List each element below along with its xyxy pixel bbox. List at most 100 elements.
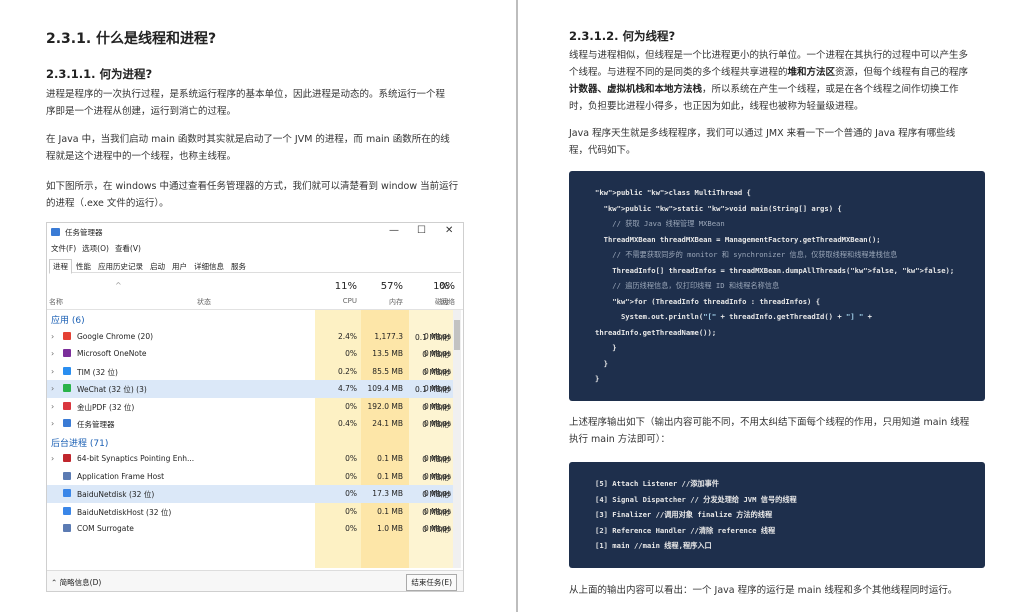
- code-line: [2] Reference Handler //清除 reference 线程: [595, 525, 776, 535]
- subsection-heading-process: 2.3.1.1. 何为进程?: [46, 67, 153, 81]
- end-task-button[interactable]: 结束任务(E): [406, 574, 457, 591]
- group-label: 后台进程 (71): [51, 438, 109, 449]
- process-row[interactable]: › 任务管理器 0.4% 24.1 MB 0 MB/秒 0 Mbps: [47, 415, 453, 433]
- process-row[interactable]: › 64-bit Synaptics Pointing Enh... 0% 0.1 M…: [47, 450, 453, 468]
- process-icon: [63, 524, 71, 532]
- col-name[interactable]: 名称: [49, 297, 63, 307]
- process-name: COM Surrogate: [77, 524, 134, 533]
- expand-chevron-icon[interactable]: ›: [51, 402, 54, 411]
- process-paragraph: 进程是程序的一次执行过程，是系统运行程序的基本单位，因此进程是动态的。系统运行一…: [46, 86, 445, 120]
- menu-file[interactable]: 文件(F): [51, 244, 76, 253]
- process-net-value: 0 Mbps: [423, 401, 451, 411]
- text-line: 进程是程序的一次执行过程，是系统运行程序的基本单位，因此进程是动态的。系统运行一…: [46, 89, 446, 100]
- code-block-multithread: "kw">public "kw">class MultiThread { "kw…: [569, 171, 985, 401]
- process-net-value: 0 Mbps: [423, 489, 451, 498]
- menu-options[interactable]: 选项(O): [82, 244, 109, 253]
- code-block-output: [5] Attach Listener //添加事件 [4] Signal Dis…: [569, 462, 985, 568]
- column-header: ^ 名称 状态 11% CPU 57% 内存 1% 磁盘 0% 网络: [47, 277, 463, 310]
- code-line: // 获取 Java 线程管理 MXBean: [595, 219, 725, 228]
- footer-bar: ⌃ 简略信息(D) 结束任务(E): [47, 570, 463, 591]
- process-row[interactable]: BaiduNetdiskHost (32 位) 0% 0.1 MB 0 MB/秒 0 M…: [47, 503, 453, 521]
- task-manager-window: 任务管理器 — ☐ ✕ 文件(F) 选项(O) 查看(V) 进程 性能 应用历史记录 启动…: [46, 222, 464, 592]
- process-cpu-value: 0%: [345, 454, 357, 463]
- text-line: 上述程序输出如下（输出内容可能不同，不用太纠结下面每个线程的作用，只用知道 ma…: [569, 417, 970, 428]
- process-group-header[interactable]: 应用 (6): [47, 310, 453, 328]
- process-mem-value: 109.4 MB: [367, 384, 403, 393]
- tab-services[interactable]: 服务: [228, 260, 249, 273]
- expand-chevron-icon[interactable]: ›: [51, 384, 54, 393]
- process-mem-value: 85.5 MB: [372, 366, 403, 376]
- process-cpu-value: 4.7%: [337, 384, 357, 393]
- tab-processes[interactable]: 进程: [49, 259, 72, 274]
- process-name: BaiduNetdisk (32 位): [77, 490, 155, 499]
- menu-bar: 文件(F) 选项(O) 查看(V): [51, 243, 147, 254]
- process-row[interactable]: › TIM (32 位) 0.2% 85.5 MB 0 MB/秒 0 Mbps: [47, 363, 453, 381]
- process-mem-value: 17.3 MB: [372, 489, 403, 498]
- left-page: 2.3.1. 什么是线程和进程? 2.3.1.1. 何为进程? 进程是程序的一次…: [0, 0, 516, 612]
- process-row[interactable]: BaiduNetdisk (32 位) 0% 17.3 MB 0 MB/秒 0 Mbps: [47, 485, 453, 503]
- expand-chevron-icon[interactable]: ›: [51, 454, 54, 463]
- tab-details[interactable]: 详细信息: [191, 260, 227, 273]
- process-row[interactable]: COM Surrogate 0% 1.0 MB 0 MB/秒 0 Mbps: [47, 520, 453, 538]
- process-mem-value: 0.1 MB: [377, 454, 403, 463]
- expand-chevron-icon[interactable]: ›: [51, 419, 54, 428]
- text-line: 时，负担要比进程小得多，也正因为如此，线程也被称为轻量级进程。: [569, 101, 864, 112]
- title-bar: 任务管理器 — ☐ ✕: [51, 225, 459, 239]
- code-line: "kw">for (ThreadInfo threadInfo : thread…: [612, 296, 821, 306]
- jmx-paragraph: Java 程序天生就是多线程程序，我们可以通过 JMX 来看一下一个普通的 Ja…: [569, 125, 955, 159]
- text-line: 程，代码如下。: [569, 145, 636, 156]
- expand-chevron-icon[interactable]: ›: [51, 349, 54, 358]
- text-line: 执行 main 方法即可）：: [569, 434, 671, 445]
- process-icon: [63, 454, 71, 462]
- sort-caret-icon: ^: [115, 281, 122, 290]
- text-line: 线程与进程相似，但线程是一个比进程更小的执行单位。一个进程在其执行的过程中可以产…: [569, 50, 969, 61]
- code-line: ThreadMXBean threadMXBean = ManagementFa…: [595, 234, 881, 244]
- task-manager-icon: [51, 228, 60, 236]
- process-row[interactable]: Application Frame Host 0% 0.1 MB 0 MB/秒 0 Mb…: [47, 468, 453, 486]
- expand-chevron-icon[interactable]: ›: [51, 367, 54, 376]
- process-name: 金山PDF (32 位): [77, 402, 135, 412]
- close-button[interactable]: ✕: [445, 225, 453, 236]
- expand-chevron-icon[interactable]: ›: [51, 332, 54, 341]
- tab-users[interactable]: 用户: [169, 260, 190, 273]
- text-line: Java 程序天生就是多线程程序，我们可以通过 JMX 来看一下一个普通的 Ja…: [569, 128, 956, 139]
- net-percent: 0%: [439, 281, 455, 292]
- scrollbar-thumb[interactable]: [454, 320, 460, 350]
- process-group-header[interactable]: 后台进程 (71): [47, 433, 453, 451]
- code-line: }: [595, 358, 608, 368]
- process-row[interactable]: › WeChat (32 位) (3) 4.7% 109.4 MB 0.1 MB/秒 0 …: [47, 380, 453, 398]
- process-net-value: 0 Mbps: [423, 524, 451, 533]
- process-mem-value: 0.1 MB: [377, 471, 403, 481]
- col-status[interactable]: 状态: [197, 297, 211, 307]
- section-heading: 2.3.1. 什么是线程和进程?: [46, 31, 217, 47]
- tab-startup[interactable]: 启动: [147, 260, 168, 273]
- process-row[interactable]: › 金山PDF (32 位) 0% 192.0 MB 0 MB/秒 0 Mbps: [47, 398, 453, 416]
- fewer-details-link[interactable]: ⌃ 简略信息(D): [51, 577, 101, 588]
- right-page: 2.3.1.2. 何为线程? 线程与进程相似，但线程是一个比进程更小的执行单位。…: [518, 0, 1035, 612]
- process-net-value: 0 Mbps: [423, 349, 451, 358]
- process-icon: [63, 471, 71, 480]
- process-cpu-value: 0%: [345, 349, 357, 358]
- code-line: System.out.println("[" + threadInfo.getT…: [595, 312, 872, 321]
- scrollbar[interactable]: [453, 310, 461, 568]
- process-mem-value: 13.5 MB: [372, 349, 403, 358]
- process-row[interactable]: › Google Chrome (20) 2.4% 1,177.3 0.1 MB/秒 0 …: [47, 328, 453, 346]
- process-name: Microsoft OneNote: [77, 349, 147, 358]
- code-line: // 遍历线程信息，仅打印线程 ID 和线程名称信息: [595, 281, 780, 290]
- process-cpu-value: 0%: [345, 524, 357, 533]
- process-net-value: 0 Mbps: [423, 366, 451, 376]
- process-net-value: 0 Mbps: [423, 454, 451, 463]
- col-network[interactable]: 网络: [405, 297, 455, 307]
- minimize-button[interactable]: —: [389, 225, 399, 236]
- process-name: TIM (32 位): [77, 367, 118, 377]
- menu-view[interactable]: 查看(V): [115, 244, 141, 253]
- col-cpu[interactable]: CPU: [309, 297, 357, 305]
- conclusion-paragraph: 从上面的输出内容可以看出：一个 Java 程序的运行是 main 线程和多个其他…: [569, 585, 958, 596]
- maximize-button[interactable]: ☐: [417, 225, 426, 236]
- process-row[interactable]: › Microsoft OneNote 0% 13.5 MB 0 MB/秒 0 Mbps: [47, 345, 453, 363]
- code-line: }: [595, 374, 600, 383]
- process-cpu-value: 0.2%: [337, 366, 357, 376]
- tab-performance[interactable]: 性能: [73, 260, 94, 273]
- tab-app-history[interactable]: 应用历史记录: [95, 260, 146, 273]
- code-line: [3] Finalizer //调用对象 finalize 方法的线程: [595, 510, 773, 519]
